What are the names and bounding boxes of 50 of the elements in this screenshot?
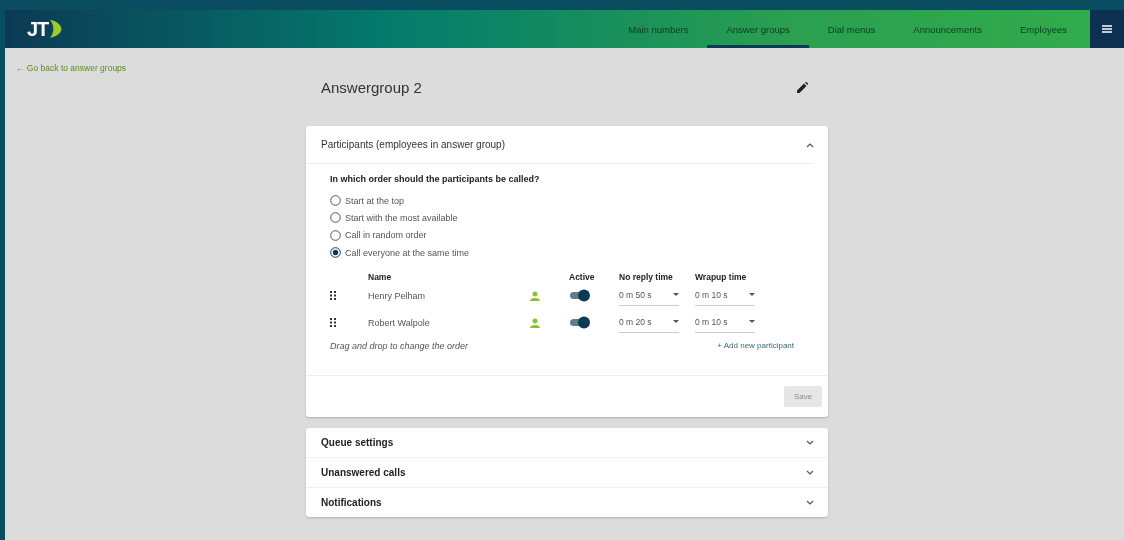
radio-label: Call in random order: [345, 230, 427, 241]
participant-name: Henry Pelham: [368, 290, 426, 301]
radio-button[interactable]: [330, 247, 341, 259]
section-title[interactable]: Notifications: [321, 497, 382, 509]
column-header: Name: [368, 272, 393, 283]
column-header: No reply time: [619, 272, 674, 283]
drag-handle-icon[interactable]: [330, 318, 336, 328]
chevron-up-icon[interactable]: [806, 141, 814, 148]
nav-tab[interactable]: Main numbers: [609, 10, 708, 48]
participant-name: Robert Walpole: [368, 317, 430, 328]
nav-tab[interactable]: Employees: [1001, 10, 1086, 48]
hint-text: Drag and drop to change the order: [330, 341, 469, 352]
radio-label: Call everyone at the same time: [345, 247, 470, 258]
caret-icon: [673, 293, 679, 298]
column-header: Wrapup time: [695, 272, 748, 283]
section-title[interactable]: Unanswered calls: [321, 467, 406, 479]
question-text: In which order should the participants be called?: [330, 174, 541, 184]
section-title[interactable]: Queue settings: [321, 437, 394, 449]
caret-icon: [749, 293, 755, 298]
radio-label: Start at the top: [345, 195, 405, 206]
nav-tab[interactable]: Dial menus: [808, 10, 895, 48]
radio-button[interactable]: [330, 195, 341, 207]
logo-text: JT: [27, 17, 49, 41]
menu-icon: [1102, 25, 1112, 33]
add-participant-link[interactable]: + Add new participant: [717, 341, 794, 352]
pencil-icon[interactable]: [797, 81, 808, 93]
time-dropdown[interactable]: 0 m 50 s: [619, 285, 679, 306]
time-dropdown[interactable]: 0 m 10 s: [695, 312, 755, 333]
menu-button[interactable]: [1090, 10, 1124, 48]
column-header: Active: [569, 272, 596, 283]
radio-label: Start with the most available: [345, 212, 458, 223]
toggle-switch[interactable]: [569, 316, 591, 330]
radio-button[interactable]: [330, 229, 341, 241]
person-icon: [530, 317, 540, 328]
chevron-down-icon[interactable]: [806, 469, 814, 476]
caret-icon: [673, 320, 679, 325]
nav-tab[interactable]: Answer groups: [707, 10, 809, 48]
section-title: Participants (employees in answer group): [321, 139, 505, 150]
time-dropdown[interactable]: 0 m 20 s: [619, 312, 679, 333]
toggle-switch[interactable]: [569, 289, 591, 303]
time-dropdown[interactable]: 0 m 10 s: [695, 285, 755, 306]
nav-tab[interactable]: Announcements: [894, 10, 1001, 48]
radio-button[interactable]: [330, 212, 341, 224]
chevron-down-icon[interactable]: [806, 499, 814, 506]
chevron-down-icon[interactable]: [806, 439, 814, 446]
page-title: Answergroup 2: [321, 78, 422, 96]
sail-icon: [49, 19, 64, 39]
drag-handle-icon[interactable]: [330, 291, 336, 301]
person-icon: [530, 290, 540, 301]
caret-icon: [749, 320, 755, 325]
